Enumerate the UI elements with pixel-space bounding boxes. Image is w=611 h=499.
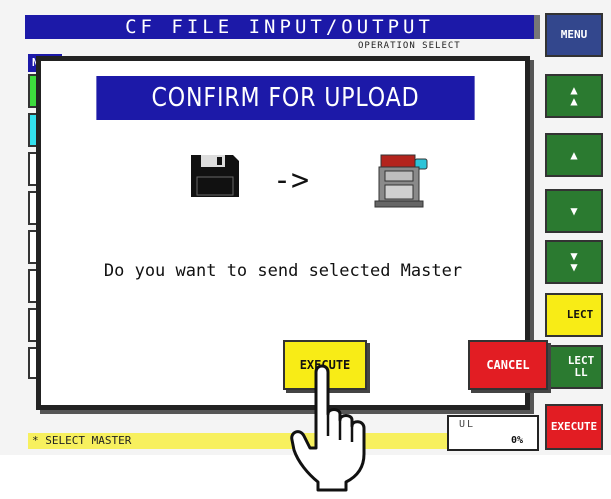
progress-label: UL (459, 419, 476, 430)
page-down-button[interactable]: ▼ (545, 189, 603, 233)
confirm-upload-dialog: CONFIRM FOR UPLOAD -> Do you want to sen… (36, 56, 548, 410)
select-button[interactable]: LECT (545, 293, 603, 337)
dialog-title: CONFIRM FOR UPLOAD (96, 76, 475, 120)
down-arrow-icon: ▼ (570, 204, 578, 218)
dialog-message: Do you want to send selected Master (103, 261, 463, 281)
menu-button[interactable]: MENU (545, 13, 603, 57)
progress-box: UL 0% (447, 415, 539, 451)
page-down-fast-button[interactable]: ▼ ▼ (545, 240, 603, 284)
cancel-button[interactable]: CANCEL (468, 340, 548, 390)
screen: CF FILE INPUT/OUTPUT OPERATION SELECT No… (0, 0, 611, 492)
floppy-disk-icon (191, 155, 239, 197)
page-up-button[interactable]: ▲ (545, 133, 603, 177)
scale-terminal-icon (374, 154, 428, 208)
execute-side-button[interactable]: EXECUTE (545, 404, 603, 450)
progress-value: 0% (510, 435, 523, 446)
status-message: * SELECT MASTER (28, 433, 454, 449)
up-arrow-icon: ▲ (570, 148, 578, 162)
double-up-arrow-icon: ▲ ▲ (570, 83, 578, 108)
pointing-hand-icon (290, 364, 366, 492)
operation-select-label: OPERATION SELECT (358, 41, 461, 51)
page-up-fast-button[interactable]: ▲ ▲ (545, 74, 603, 118)
window-title: CF FILE INPUT/OUTPUT (25, 15, 540, 39)
transfer-arrow: -> (273, 163, 310, 198)
select-all-button[interactable]: LECT LL (545, 345, 603, 389)
select-button-label: LECT (566, 308, 594, 321)
select-all-label: LECT LL (567, 354, 595, 379)
double-down-arrow-icon: ▼ ▼ (570, 249, 578, 274)
